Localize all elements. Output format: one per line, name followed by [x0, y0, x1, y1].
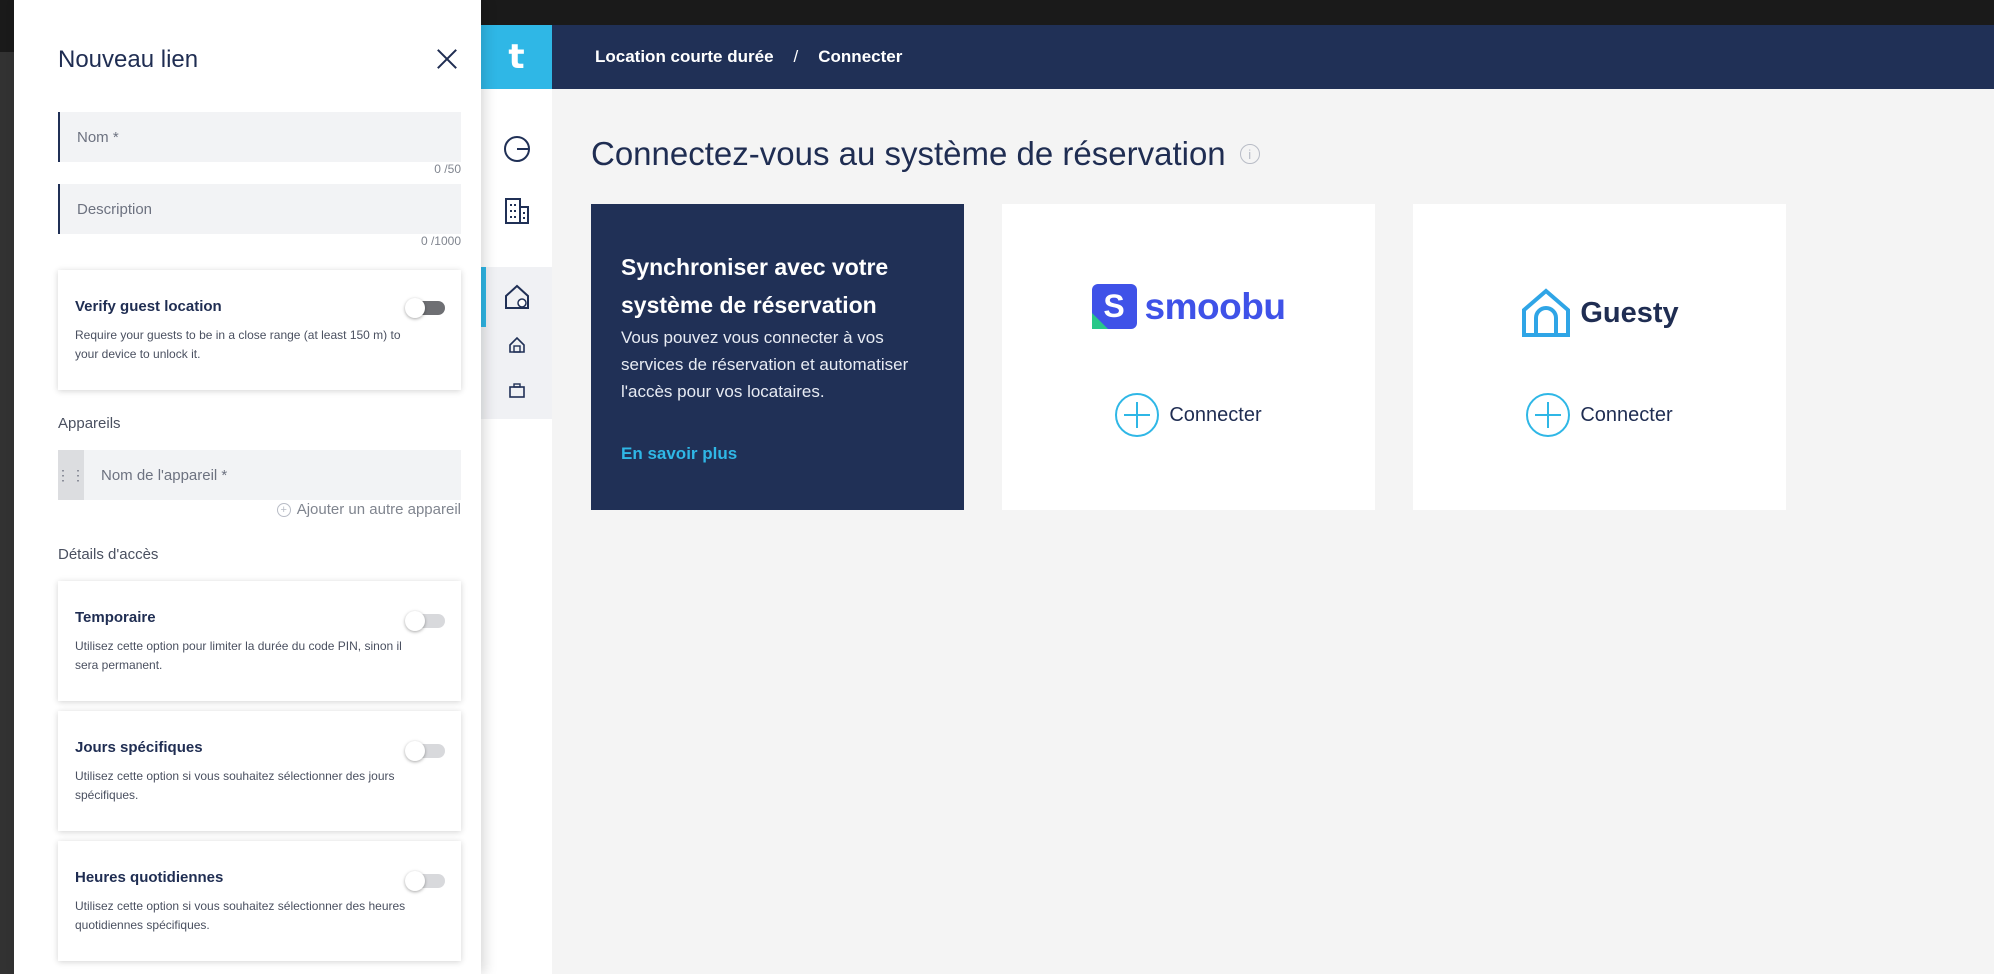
learn-more-link[interactable]: En savoir plus	[621, 444, 737, 464]
logo-letter: t	[508, 37, 525, 77]
new-link-drawer: Nouveau lien Nom * 0 /50 Description 0 /…	[14, 0, 481, 974]
verify-location-title: Verify guest location	[75, 298, 222, 315]
option-panel-specific-days: Jours spécifiques Utilisez cette option …	[58, 711, 461, 831]
building-icon[interactable]	[481, 189, 552, 233]
option-title: Heures quotidiennes	[75, 869, 224, 886]
option-title: Jours spécifiques	[75, 739, 203, 756]
top-bar: t Location courte durée / Connecter	[481, 25, 1994, 89]
smoobu-logo: S smoobu	[1002, 284, 1375, 329]
briefcase-icon[interactable]	[481, 377, 552, 405]
connect-guesty-button[interactable]: Connecter	[1413, 393, 1786, 437]
connect-label: Connecter	[1169, 403, 1262, 426]
option-description: Utilisez cette option si vous souhaitez …	[75, 769, 395, 802]
plus-circle-icon	[1115, 393, 1160, 437]
name-counter: 0 /50	[434, 162, 461, 176]
app-window: t Location courte durée / Connecter Conn…	[481, 25, 1994, 974]
guesty-logo-text: Guesty	[1580, 296, 1679, 329]
drawer-title: Nouveau lien	[58, 46, 199, 73]
specific-days-toggle[interactable]	[405, 741, 445, 761]
connect-label: Connecter	[1580, 403, 1673, 426]
breadcrumb-item-rental[interactable]: Location courte durée	[595, 47, 774, 67]
access-details-label: Détails d'accès	[58, 546, 159, 563]
devices-label: Appareils	[58, 415, 121, 432]
daily-hours-toggle[interactable]	[405, 871, 445, 891]
breadcrumb-item-connect: Connecter	[818, 47, 903, 66]
info-icon[interactable]: i	[1239, 144, 1260, 164]
sync-card-title: Synchroniser avec votre système de réser…	[621, 254, 889, 318]
option-panel-daily-hours: Heures quotidiennes Utilisez cette optio…	[58, 841, 461, 961]
smoobu-logo-text: smoobu	[1144, 285, 1286, 327]
temporary-toggle[interactable]	[405, 611, 445, 631]
page-title: Connectez-vous au système de réservation…	[591, 135, 1260, 173]
description-field[interactable]: Description	[58, 184, 461, 234]
option-title: Temporaire	[75, 609, 156, 626]
rental-home-icon[interactable]	[481, 275, 552, 319]
app-logo[interactable]: t	[481, 25, 552, 89]
guesty-logo-icon	[1522, 288, 1571, 337]
breadcrumb-separator: /	[793, 47, 799, 66]
add-device-label: Ajouter un autre appareil	[296, 501, 461, 518]
provider-card-guesty: Guesty Connecter	[1413, 204, 1786, 510]
option-description: Utilisez cette option si vous souhaitez …	[75, 899, 406, 932]
name-field[interactable]: Nom *	[58, 112, 461, 162]
sync-card-description: Vous pouvez vous connecter à vos service…	[621, 328, 909, 401]
provider-card-smoobu: S smoobu Connecter	[1002, 204, 1375, 510]
drag-handle-icon[interactable]: ⋮⋮	[56, 450, 85, 500]
add-device-button[interactable]: + Ajouter un autre appareil	[58, 501, 461, 518]
verify-location-panel: Verify guest location Require your guest…	[58, 270, 461, 390]
plus-circle-icon	[1526, 393, 1571, 437]
option-panel-temporary: Temporaire Utilisez cette option pour li…	[58, 581, 461, 701]
close-icon[interactable]	[434, 46, 460, 72]
side-rail	[481, 89, 552, 974]
verify-location-toggle[interactable]	[405, 298, 445, 318]
verify-location-description: Require your guests to be in a close ran…	[75, 328, 401, 361]
option-description: Utilisez cette option pour limiter la du…	[75, 639, 402, 672]
add-icon: +	[276, 502, 291, 517]
device-row: ⋮⋮ Nom de l'appareil *	[56, 450, 461, 500]
description-counter: 0 /1000	[420, 234, 461, 248]
smoobu-logo-icon: S	[1091, 284, 1137, 329]
breadcrumb: Location courte durée / Connecter	[595, 25, 902, 89]
connect-smoobu-button[interactable]: Connecter	[1002, 393, 1375, 437]
device-name-field[interactable]: Nom de l'appareil *	[84, 467, 227, 484]
page-title-text: Connectez-vous au système de réservation	[591, 135, 1226, 172]
sync-card: Synchroniser avec votre système de réser…	[591, 204, 964, 510]
home-small-icon[interactable]	[481, 331, 552, 359]
dashboard-icon[interactable]	[481, 127, 552, 171]
guesty-logo: Guesty	[1413, 288, 1786, 338]
